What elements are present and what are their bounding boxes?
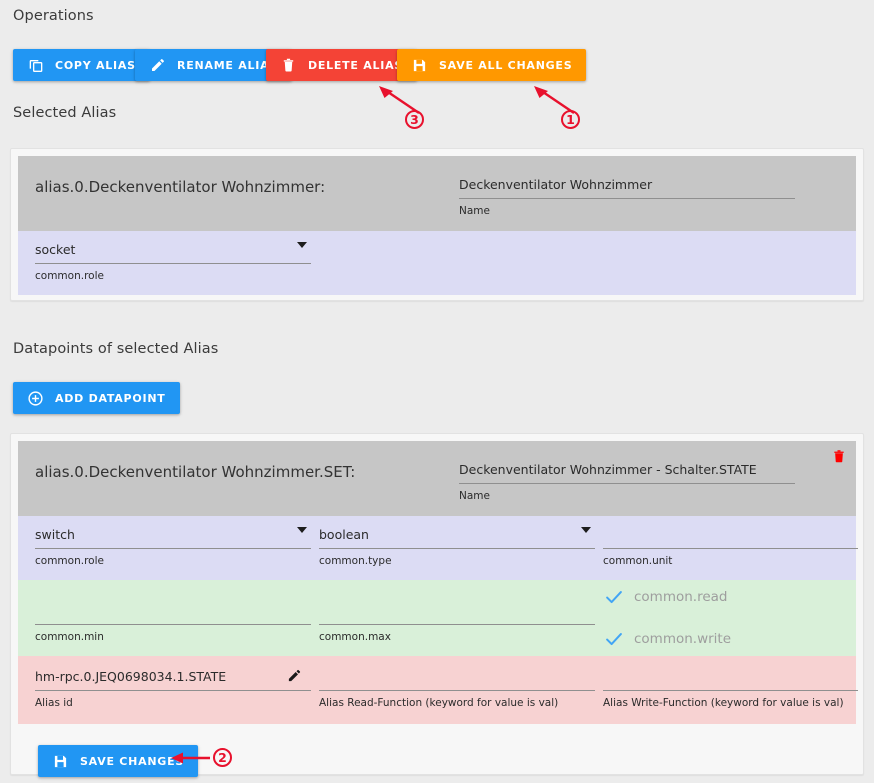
annotation-1-badge: 1 — [561, 110, 580, 129]
alias-read-function-label: Alias Read-Function (keyword for value i… — [319, 697, 559, 709]
trash-icon — [280, 57, 297, 74]
alias-editor-page: Operations COPY ALIAS RENAME ALIAS DELET… — [0, 0, 874, 783]
save-disk-icon — [411, 57, 428, 74]
field-underline — [603, 690, 858, 691]
datapoint-unit-value — [603, 526, 858, 546]
annotation-3-badge: 3 — [405, 110, 424, 129]
copy-icon — [27, 57, 44, 74]
alias-id-field[interactable]: hm-rpc.0.JEQ0698034.1.STATE Alias id — [35, 668, 311, 709]
operations-heading: Operations — [13, 8, 94, 24]
edit-pencil-icon[interactable] — [287, 668, 303, 684]
field-underline — [35, 263, 311, 264]
add-datapoint-label: ADD DATAPOINT — [55, 391, 166, 405]
field-underline — [35, 548, 311, 549]
rename-alias-label: RENAME ALIAS — [177, 58, 279, 72]
field-underline — [603, 548, 858, 549]
alias-write-function-field[interactable]: Alias Write-Function (keyword for value … — [603, 668, 858, 709]
pencil-icon — [149, 57, 166, 74]
datapoint-name-field[interactable]: Deckenventilator Wohnzimmer - Schalter.S… — [459, 461, 795, 502]
datapoint-header-band: alias.0.Deckenventilator Wohnzimmer.SET:… — [18, 441, 856, 516]
selected-alias-role-value: socket — [35, 242, 76, 257]
check-icon — [603, 628, 625, 650]
datapoint-min-field[interactable]: common.min — [35, 602, 311, 643]
save-changes-label: SAVE CHANGES — [80, 754, 185, 768]
selected-alias-heading: Selected Alias — [13, 105, 117, 121]
selected-alias-name-field[interactable]: Deckenventilator Wohnzimmer Name — [459, 176, 795, 217]
selected-alias-role-band: socket common.role — [18, 231, 856, 295]
save-changes-button[interactable]: SAVE CHANGES — [38, 745, 199, 777]
datapoint-minmax-band: common.min common.max common.read common… — [18, 580, 856, 656]
datapoint-type-field[interactable]: boolean common.type — [319, 526, 595, 567]
datapoint-unit-label: common.unit — [603, 555, 673, 567]
check-icon — [603, 586, 625, 608]
delete-alias-button[interactable]: DELETE ALIAS — [266, 49, 418, 81]
alias-read-function-field[interactable]: Alias Read-Function (keyword for value i… — [319, 668, 595, 709]
datapoint-card: alias.0.Deckenventilator Wohnzimmer.SET:… — [10, 433, 864, 777]
selected-alias-role-label: common.role — [35, 270, 104, 282]
datapoint-role-label: common.role — [35, 555, 104, 567]
alias-write-function-value — [603, 668, 858, 688]
save-all-changes-button[interactable]: SAVE ALL CHANGES — [397, 49, 587, 81]
save-disk-icon — [52, 753, 69, 770]
selected-alias-name-label: Name — [459, 205, 490, 217]
datapoint-name-label: Name — [459, 490, 490, 502]
datapoint-max-field[interactable]: common.max — [319, 602, 595, 643]
common-write-checkbox[interactable]: common.write — [603, 628, 731, 650]
alias-write-function-label: Alias Write-Function (keyword for value … — [603, 697, 844, 709]
common-read-label: common.read — [634, 589, 728, 605]
selected-alias-id: alias.0.Deckenventilator Wohnzimmer: — [35, 178, 326, 196]
selected-alias-name-value: Deckenventilator Wohnzimmer — [459, 177, 653, 192]
datapoint-name-value: Deckenventilator Wohnzimmer - Schalter.S… — [459, 462, 757, 477]
add-datapoint-button[interactable]: ADD DATAPOINT — [13, 382, 180, 414]
datapoint-type-value: boolean — [319, 527, 369, 542]
alias-id-label: Alias id — [35, 697, 73, 709]
field-underline — [459, 198, 795, 199]
datapoint-max-label: common.max — [319, 631, 391, 643]
copy-alias-label: COPY ALIAS — [55, 58, 136, 72]
field-underline — [35, 624, 311, 625]
field-underline — [319, 548, 595, 549]
common-write-label: common.write — [634, 631, 732, 647]
field-underline — [459, 483, 795, 484]
field-underline — [319, 690, 595, 691]
chevron-down-icon[interactable] — [297, 242, 307, 248]
datapoint-max-value — [319, 602, 595, 622]
field-underline — [319, 624, 595, 625]
annotation-2-badge: 2 — [213, 748, 232, 767]
datapoint-unit-field[interactable]: common.unit — [603, 526, 858, 567]
delete-alias-label: DELETE ALIAS — [308, 58, 404, 72]
selected-alias-card: alias.0.Deckenventilator Wohnzimmer: Dec… — [10, 148, 864, 301]
datapoint-min-value — [35, 602, 311, 622]
chevron-down-icon[interactable] — [581, 527, 591, 533]
common-read-checkbox[interactable]: common.read — [603, 586, 728, 608]
datapoint-role-band: switch common.role boolean common.type c… — [18, 516, 858, 580]
datapoint-alias-band: hm-rpc.0.JEQ0698034.1.STATE Alias id Ali… — [18, 656, 858, 724]
copy-alias-button[interactable]: COPY ALIAS — [13, 49, 150, 81]
plus-circle-icon — [27, 390, 44, 407]
save-all-changes-label: SAVE ALL CHANGES — [439, 58, 573, 72]
field-underline — [35, 690, 311, 691]
chevron-down-icon[interactable] — [297, 527, 307, 533]
datapoint-role-field[interactable]: switch common.role — [35, 526, 311, 567]
datapoint-id: alias.0.Deckenventilator Wohnzimmer.SET: — [35, 463, 356, 481]
datapoint-type-label: common.type — [319, 555, 392, 567]
datapoint-role-value: switch — [35, 527, 75, 542]
selected-alias-header-band: alias.0.Deckenventilator Wohnzimmer: Dec… — [18, 156, 856, 231]
delete-datapoint-icon[interactable] — [832, 447, 846, 465]
alias-id-value: hm-rpc.0.JEQ0698034.1.STATE — [35, 669, 227, 684]
alias-read-function-value — [319, 668, 595, 688]
selected-alias-role-field[interactable]: socket common.role — [35, 241, 311, 282]
datapoints-heading: Datapoints of selected Alias — [13, 341, 219, 357]
datapoint-min-label: common.min — [35, 631, 104, 643]
